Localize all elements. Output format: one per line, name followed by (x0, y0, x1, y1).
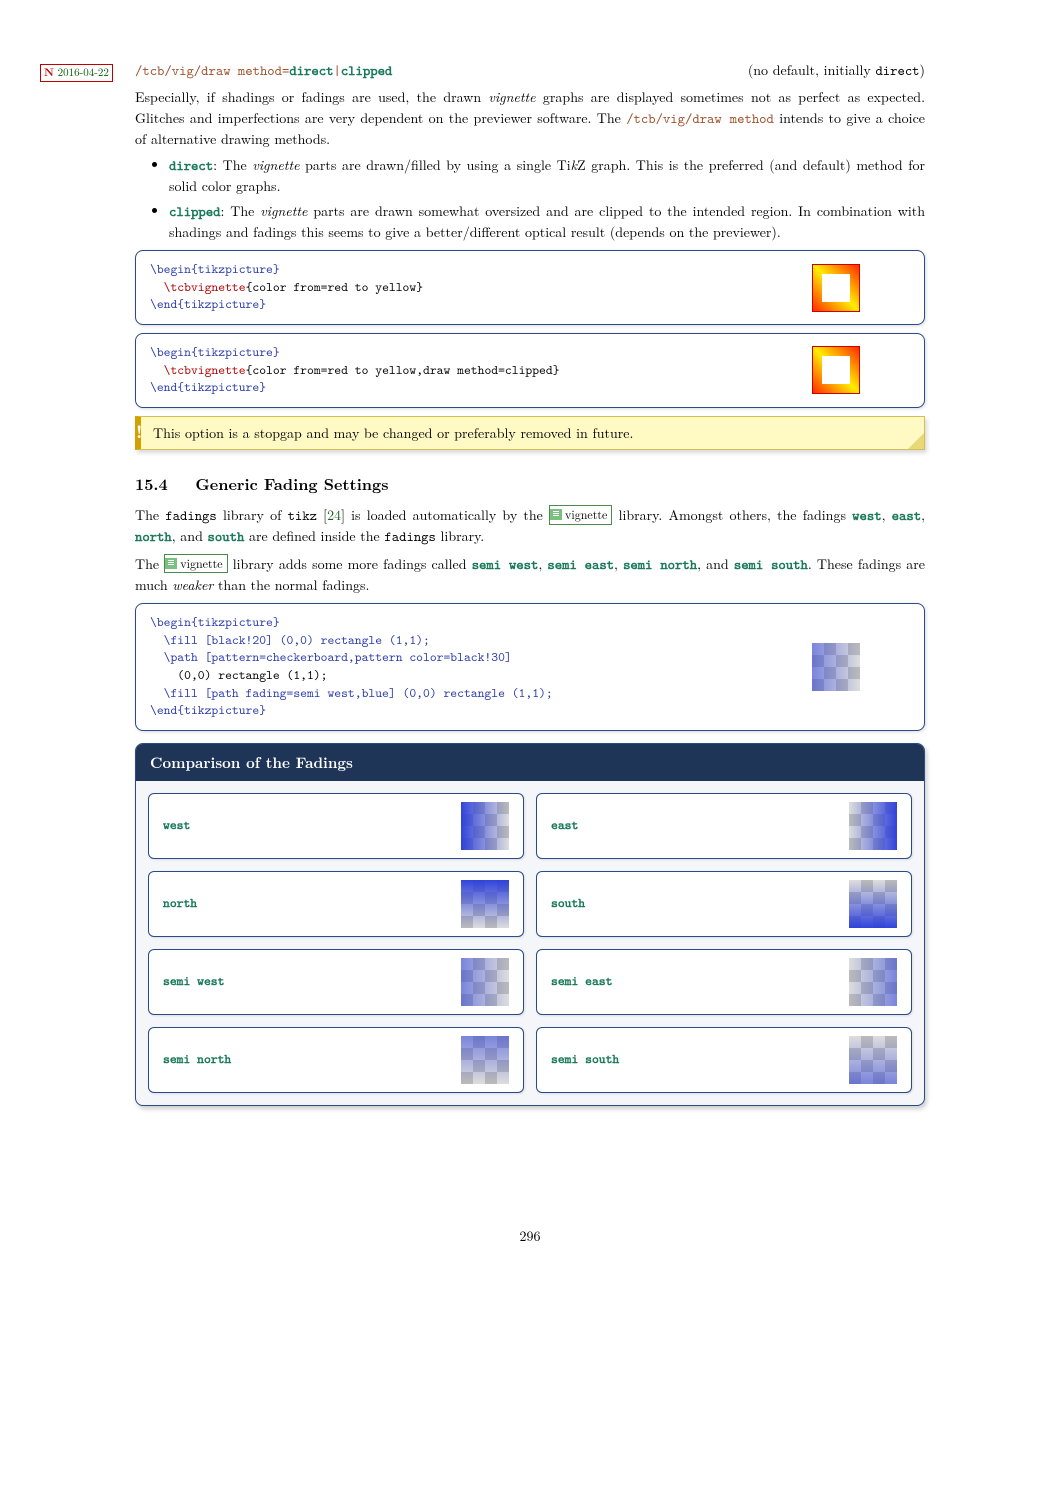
fading-name: semi north (163, 1051, 231, 1070)
fading-output-icon (812, 643, 860, 691)
fading-swatch-icon (849, 880, 897, 928)
citation-link[interactable]: 24 (327, 505, 341, 525)
page-number: 296 (135, 1226, 925, 1246)
version-date: 2016-04-22 (58, 65, 109, 80)
section-heading: 15.4 Generic Fading Settings (135, 472, 925, 495)
list-item: direct: The vignette parts are drawn/fil… (169, 155, 925, 197)
version-badge: N 2016-04-22 (40, 64, 113, 82)
fading-swatch-icon (461, 880, 509, 928)
fading-name: north (163, 895, 197, 914)
vignette-output-icon (812, 264, 860, 312)
fading-swatch-icon (461, 958, 509, 1006)
warning-icon: ! (136, 419, 142, 445)
library-icon (550, 509, 562, 520)
comparison-box: Comparison of the Fadings west east north s… (135, 743, 925, 1107)
warning-text: This option is a stopgap and may be chan… (153, 423, 633, 443)
option-header: /tcb/vig/draw method=direct|clipped (no … (135, 60, 925, 81)
fading-name: semi east (551, 973, 612, 992)
fading-item: semi east (536, 949, 912, 1015)
paragraph: The vignette library adds some more fadi… (135, 554, 925, 596)
option-list: direct: The vignette parts are drawn/fil… (135, 155, 925, 242)
fading-item: semi north (148, 1027, 524, 1093)
fading-name: west (163, 817, 190, 836)
folded-corner-icon (908, 433, 924, 449)
option-default: (no default, initially direct) (748, 60, 925, 81)
library-badge: vignette (549, 505, 612, 524)
fading-swatch-icon (461, 1036, 509, 1084)
option-value-clipped: clipped (341, 62, 392, 80)
fading-item: east (536, 793, 912, 859)
code-example-1: \begin{tikzpicture} \tcbvignette{color f… (135, 250, 925, 325)
code-block: \begin{tikzpicture} \tcbvignette{color f… (150, 261, 792, 314)
code-example-3: \begin{tikzpicture} \fill [black!20] (0,… (135, 603, 925, 730)
code-block: \begin{tikzpicture} \tcbvignette{color f… (150, 344, 792, 397)
fading-swatch-icon (461, 802, 509, 850)
fading-name: south (551, 895, 585, 914)
fading-name: semi south (551, 1051, 619, 1070)
warning-box: ! This option is a stopgap and may be ch… (135, 416, 925, 450)
vignette-output-icon (812, 346, 860, 394)
list-item: clipped: The vignette parts are drawn so… (169, 201, 925, 243)
fading-swatch-icon (849, 958, 897, 1006)
fading-item: west (148, 793, 524, 859)
code-example-2: \begin{tikzpicture} \tcbvignette{color f… (135, 333, 925, 408)
code-block: \begin{tikzpicture} \fill [black!20] (0,… (150, 614, 792, 719)
intro-paragraph: Especially, if shadings or fadings are u… (135, 87, 925, 149)
fading-item: semi south (536, 1027, 912, 1093)
option-value-direct: direct (289, 62, 333, 80)
library-badge: vignette (164, 554, 227, 573)
fading-name: semi west (163, 973, 224, 992)
paragraph: The fadings library of tikz [24] is load… (135, 505, 925, 548)
fading-item: south (536, 871, 912, 937)
comparison-title: Comparison of the Fadings (136, 744, 924, 782)
fading-item: north (148, 871, 524, 937)
version-n: N (44, 65, 54, 80)
fading-swatch-icon (849, 1036, 897, 1084)
option-path: /tcb/vig/draw method (135, 62, 282, 80)
fading-item: semi west (148, 949, 524, 1015)
fading-swatch-icon (849, 802, 897, 850)
library-icon (165, 558, 177, 569)
fading-name: east (551, 817, 578, 836)
